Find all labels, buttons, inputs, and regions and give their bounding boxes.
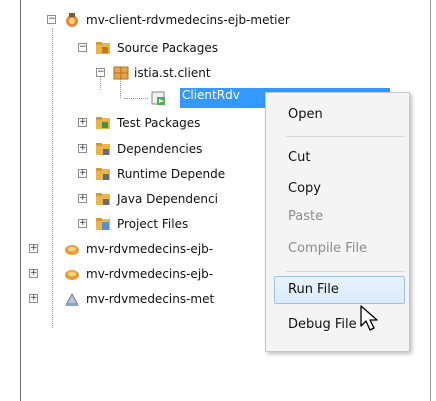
right-border <box>430 0 431 401</box>
tree-guide-line <box>124 98 148 100</box>
expand-icon[interactable]: + <box>78 169 87 178</box>
expand-icon[interactable]: + <box>78 219 87 228</box>
menu-separator <box>286 136 405 137</box>
menu-item-debug-file[interactable]: Debug File <box>288 314 357 336</box>
tree-item-label: Project Files <box>117 217 189 231</box>
menu-item-compile-file[interactable]: Compile File <box>288 238 367 260</box>
expand-icon[interactable]: + <box>29 269 38 278</box>
expand-icon[interactable]: + <box>29 294 38 303</box>
maven-project-icon <box>65 270 79 280</box>
tree-item-label: mv-client-rdvmedecins-ejb-metier <box>86 13 290 27</box>
tree-item-source-packages[interactable]: − Source Packages <box>0 38 430 58</box>
tree-item-label: Runtime Depende <box>117 167 226 181</box>
tree-item-label: mv-rdvmedecins-ejb- <box>86 242 214 256</box>
menu-separator <box>286 271 405 272</box>
java-class-icon <box>151 91 165 105</box>
tree-item-label: Dependencies <box>117 142 203 156</box>
expand-icon[interactable]: + <box>78 194 87 203</box>
collapse-icon[interactable]: − <box>47 15 56 24</box>
source-packages-icon <box>96 42 110 54</box>
menu-item-cut[interactable]: Cut <box>288 147 310 169</box>
expand-icon[interactable]: + <box>29 244 38 253</box>
tree-item-label: Java Dependenci <box>117 192 218 206</box>
tree-item-label: Test Packages <box>117 116 201 130</box>
mouse-cursor-icon <box>360 305 378 331</box>
tree-item-label: mv-rdvmedecins-ejb- <box>86 267 214 281</box>
test-packages-icon <box>96 117 110 129</box>
runtime-dependencies-icon <box>96 168 110 180</box>
expand-icon[interactable]: + <box>78 144 87 153</box>
menu-item-run-file[interactable]: Run File <box>288 279 339 301</box>
tree-item-label: ClientRdv <box>182 88 240 102</box>
menu-item-copy[interactable]: Copy <box>288 178 321 200</box>
project-icon <box>66 13 78 27</box>
menu-item-paste[interactable]: Paste <box>288 206 323 228</box>
collapse-icon[interactable]: − <box>96 68 105 77</box>
project-files-icon <box>96 218 110 230</box>
menu-item-open[interactable]: Open <box>288 104 323 126</box>
collapse-icon[interactable]: − <box>78 43 87 52</box>
tree-item-root-project[interactable]: − mv-client-rdvmedecins-ejb-metier <box>0 10 430 30</box>
tree-item-label: Source Packages <box>117 41 219 55</box>
package-icon <box>113 66 129 80</box>
context-menu: Open Cut Copy Paste Compile File Run Fil… <box>265 92 410 352</box>
dependencies-icon <box>96 143 110 155</box>
tree-item-label: istia.st.client <box>134 66 211 80</box>
maven-project-icon <box>65 292 79 306</box>
tree-item-label: mv-rdvmedecins-met <box>86 292 215 306</box>
tree-item-package[interactable]: − istia.st.client <box>0 63 430 83</box>
java-dependencies-icon <box>96 193 110 205</box>
maven-project-icon <box>65 245 79 255</box>
expand-icon[interactable]: + <box>78 118 87 127</box>
